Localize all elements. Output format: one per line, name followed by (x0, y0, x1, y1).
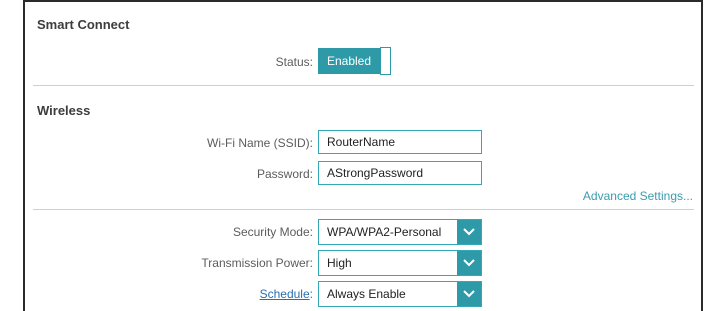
status-label: Status: (275, 55, 313, 69)
chevron-down-icon[interactable] (457, 282, 481, 306)
advanced-settings-link[interactable]: Advanced Settings... (583, 189, 693, 203)
security-mode-label: Security Mode: (232, 225, 313, 239)
chevron-down-icon[interactable] (457, 220, 481, 244)
divider (33, 209, 694, 210)
chevron-down-icon[interactable] (457, 251, 481, 275)
security-mode-value: WPA/WPA2-Personal (327, 225, 442, 239)
wireless-title: Wireless (37, 103, 91, 118)
password-label: Password: (256, 167, 313, 181)
schedule-label: Schedule: (259, 287, 313, 301)
transmission-power-label: Transmission Power: (201, 256, 313, 270)
transmission-power-value: High (327, 256, 352, 270)
smart-connect-title: Smart Connect (37, 17, 130, 32)
toggle-knob[interactable] (380, 47, 391, 75)
smart-connect-toggle[interactable]: Enabled (318, 47, 391, 75)
transmission-power-select[interactable]: High (318, 250, 482, 276)
schedule-value: Always Enable (327, 287, 406, 301)
security-mode-select[interactable]: WPA/WPA2-Personal (318, 219, 482, 245)
ssid-label: Wi-Fi Name (SSID): (207, 136, 313, 150)
toggle-enabled-label: Enabled (318, 48, 380, 74)
schedule-link[interactable]: Schedule (260, 287, 310, 301)
divider (33, 85, 694, 86)
ssid-input[interactable]: RouterName (318, 130, 482, 154)
schedule-select[interactable]: Always Enable (318, 281, 482, 307)
password-input[interactable]: AStrongPassword (318, 161, 482, 185)
